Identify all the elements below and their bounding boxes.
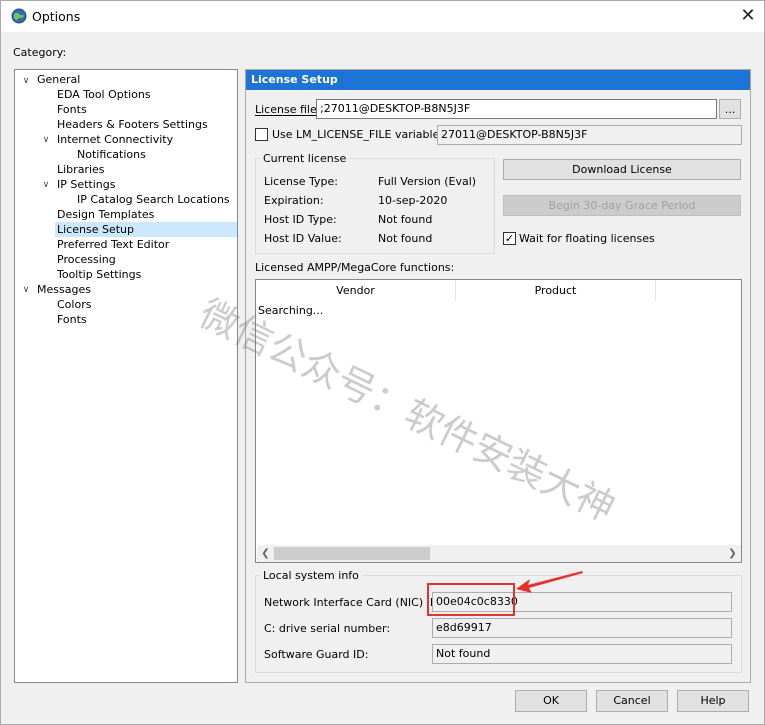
licensed-functions-table[interactable]: Vendor Product V Searching... ❮ ❯ <box>255 279 742 563</box>
cancel-button[interactable]: Cancel <box>596 690 668 712</box>
tree-item-label: IP Settings <box>57 178 116 191</box>
browse-button[interactable]: ... <box>719 99 741 119</box>
tree-item-preferred-text-editor[interactable]: Preferred Text Editor <box>57 237 169 252</box>
license-file-input[interactable]: ;27011@DESKTOP-B8N5J3F <box>316 99 717 119</box>
app-globe-icon <box>11 8 27 24</box>
expiration-label: Expiration: <box>264 194 324 207</box>
env-value-field: 27011@DESKTOP-B8N5J3F <box>437 125 742 145</box>
host-id-value-label: Host ID Value: <box>264 232 342 245</box>
help-button[interactable]: Help <box>677 690 749 712</box>
wait-floating-checkbox[interactable]: ✓ <box>503 232 516 245</box>
tree-item-label: Messages <box>37 283 91 296</box>
close-icon[interactable]: ✕ <box>735 4 761 28</box>
tree-item-label: Colors <box>57 298 92 311</box>
tree-item-label: Libraries <box>57 163 105 176</box>
chevron-down-icon[interactable]: ∨ <box>41 180 51 190</box>
tree-item-label: Preferred Text Editor <box>57 238 170 251</box>
nic-id-label: Network Interface Card (NIC) ID: <box>264 596 443 609</box>
tree-item-label: Design Templates <box>57 208 155 221</box>
host-id-type-label: Host ID Type: <box>264 213 337 226</box>
tree-item-tooltip-settings[interactable]: Tooltip Settings <box>57 267 141 282</box>
tree-item-label: Tooltip Settings <box>57 268 142 281</box>
tree-item-notifications[interactable]: Notifications <box>77 147 146 162</box>
nic-highlight-box <box>427 583 515 616</box>
tree-item-internet-connectivity[interactable]: Internet Connectivity <box>57 132 173 147</box>
tree-item-colors[interactable]: Colors <box>57 297 91 312</box>
tree-item-label: Fonts <box>57 313 87 326</box>
scroll-left-icon[interactable]: ❮ <box>257 545 274 562</box>
tree-item-label: Headers & Footers Settings <box>57 118 208 131</box>
tree-item-label: General <box>37 73 81 86</box>
table-status-text: Searching... <box>258 304 324 317</box>
tree-item-fonts[interactable]: Fonts <box>57 102 87 117</box>
tree-item-label: EDA Tool Options <box>57 88 151 101</box>
tree-item-label: License Setup <box>57 223 134 236</box>
expiration-value: 10-sep-2020 <box>378 194 448 207</box>
horizontal-scrollbar[interactable]: ❮ ❯ <box>257 545 741 562</box>
tree-item-label: Internet Connectivity <box>57 133 174 146</box>
grace-period-button[interactable]: Begin 30-day Grace Period <box>503 195 741 216</box>
tree-item-label: Fonts <box>57 103 87 116</box>
use-env-checkbox[interactable] <box>255 128 268 141</box>
tree-item-license-setup[interactable]: License Setup <box>55 222 237 237</box>
licensed-functions-label: Licensed AMPP/MegaCore functions: <box>255 261 455 274</box>
license-type-label: License Type: <box>264 175 338 188</box>
drive-serial-field: e8d69917 <box>432 618 732 638</box>
host-id-type-value: Not found <box>378 213 433 226</box>
license-file-label: License file: <box>255 103 321 116</box>
software-guard-label: Software Guard ID: <box>264 648 369 661</box>
title-bar: Options ✕ <box>1 1 764 32</box>
tree-item-headers-footers[interactable]: Headers & Footers Settings <box>57 117 208 132</box>
chevron-down-icon[interactable]: ∨ <box>41 135 51 145</box>
tree-item-messages-fonts[interactable]: Fonts <box>57 312 87 327</box>
tree-item-ip-settings[interactable]: IP Settings <box>57 177 116 192</box>
ok-button[interactable]: OK <box>515 690 587 712</box>
current-license-title: Current license <box>260 152 350 165</box>
software-guard-field: Not found <box>432 644 732 664</box>
tree-item-label: Notifications <box>77 148 146 161</box>
tree-item-label: IP Catalog Search Locations <box>77 193 230 206</box>
window-title: Options <box>32 9 81 24</box>
column-header-vendor[interactable]: Vendor <box>256 280 456 301</box>
drive-serial-label: C: drive serial number: <box>264 622 391 635</box>
chevron-down-icon[interactable]: ∨ <box>21 285 31 295</box>
local-system-info-title: Local system info <box>260 569 362 582</box>
use-env-label: Use LM_LICENSE_FILE variable: <box>272 128 444 141</box>
column-header-product[interactable]: Product <box>456 280 656 301</box>
category-label: Category: <box>13 46 67 59</box>
chevron-down-icon[interactable]: ∨ <box>21 76 31 86</box>
category-tree[interactable]: ∨ General EDA Tool Options Fonts Headers… <box>14 69 238 683</box>
wait-floating-label: Wait for floating licenses <box>519 232 655 245</box>
tree-item-messages[interactable]: Messages <box>37 282 91 297</box>
tree-item-processing[interactable]: Processing <box>57 252 116 267</box>
tree-item-general[interactable]: General <box>37 72 80 87</box>
tree-item-design-templates[interactable]: Design Templates <box>57 207 154 222</box>
column-header-v[interactable]: V <box>656 280 741 301</box>
tree-item-libraries[interactable]: Libraries <box>57 162 105 177</box>
tree-item-eda-tool-options[interactable]: EDA Tool Options <box>57 87 151 102</box>
host-id-value-value: Not found <box>378 232 433 245</box>
panel-header: License Setup <box>246 70 750 90</box>
download-license-button[interactable]: Download License <box>503 159 741 180</box>
annotation-arrow-icon <box>516 571 583 593</box>
tree-item-ip-catalog-search-locations[interactable]: IP Catalog Search Locations <box>77 192 230 207</box>
tree-item-label: Processing <box>57 253 116 266</box>
scroll-right-icon[interactable]: ❯ <box>724 545 741 562</box>
scrollbar-thumb[interactable] <box>274 547 430 560</box>
license-type-value: Full Version (Eval) <box>378 175 477 188</box>
options-dialog: Options ✕ Category: ∨ General EDA Tool O… <box>0 0 765 725</box>
